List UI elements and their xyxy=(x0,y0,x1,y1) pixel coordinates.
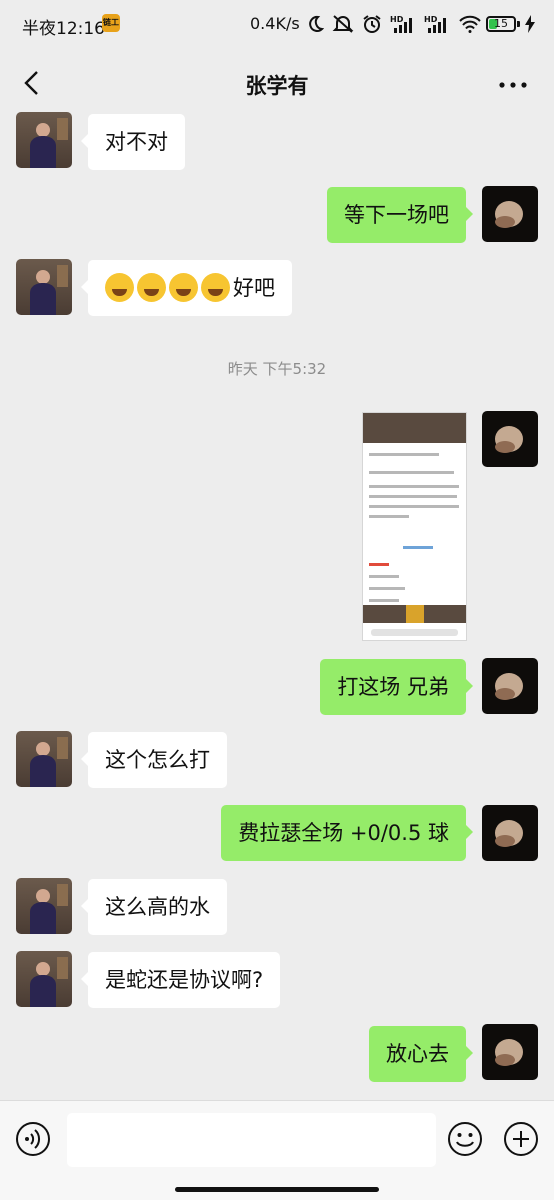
battery-tip xyxy=(517,21,520,27)
app-badge-icon: 链工 xyxy=(102,14,120,32)
svg-text:HD: HD xyxy=(424,15,438,24)
tears-of-joy-emoji-icon xyxy=(137,272,166,302)
wifi-icon xyxy=(459,15,481,33)
self-avatar[interactable] xyxy=(482,411,538,467)
timestamp: 昨天 下午5:32 xyxy=(227,360,327,378)
message-bubble[interactable]: 等下一场吧 xyxy=(327,187,473,243)
message-text: 好吧 xyxy=(233,276,275,300)
contact-avatar[interactable] xyxy=(16,112,72,168)
thumbnail-line xyxy=(403,546,433,549)
message-bubble[interactable]: 这么高的水 xyxy=(81,879,227,935)
thumbnail-line xyxy=(369,453,439,456)
input-bar xyxy=(0,1100,554,1200)
hd-signal-icon: HD xyxy=(424,15,446,33)
network-speed: 0.4K/s xyxy=(250,14,300,33)
thumbnail-line xyxy=(369,599,399,602)
thumbnail-line xyxy=(369,575,399,578)
contact-avatar[interactable] xyxy=(16,878,72,934)
battery-icon: 15 xyxy=(486,16,516,32)
thumbnail-line xyxy=(369,471,454,474)
status-time: 半夜12:16 xyxy=(22,19,105,39)
mute-icon xyxy=(332,15,354,33)
chat-title: 张学有 xyxy=(245,74,309,98)
home-indicator xyxy=(175,1187,379,1192)
tears-of-joy-emoji-icon xyxy=(105,272,134,302)
thumbnail-line xyxy=(369,505,459,508)
svg-text:HD: HD xyxy=(390,15,404,24)
self-avatar[interactable] xyxy=(482,186,538,242)
moon-icon xyxy=(309,15,324,32)
contact-avatar[interactable] xyxy=(16,259,72,315)
voice-icon[interactable] xyxy=(15,1121,51,1157)
thumbnail-tab-active xyxy=(406,605,424,623)
screenshot-thumbnail[interactable] xyxy=(362,412,467,641)
self-avatar[interactable] xyxy=(482,805,538,861)
thumbnail-header xyxy=(363,413,466,443)
charging-icon xyxy=(525,15,535,33)
thumbnail-line xyxy=(369,495,457,498)
tears-of-joy-emoji-icon xyxy=(169,272,198,302)
more-dots-icon[interactable] xyxy=(498,80,528,90)
message-bubble[interactable]: 放心去 xyxy=(369,1026,473,1082)
message-bubble[interactable]: 费拉瑟全场 +0/0.5 球 xyxy=(221,805,473,861)
thumbnail-line xyxy=(369,485,459,488)
self-avatar[interactable] xyxy=(482,658,538,714)
nav-bar: 张学有 xyxy=(0,50,554,116)
contact-avatar[interactable] xyxy=(16,951,72,1007)
status-bar: 半夜12:16 链工 0.4K/s HD HD 15 xyxy=(0,0,554,50)
hd-signal-icon: HD xyxy=(390,15,412,33)
battery-text: 15 xyxy=(494,17,508,30)
thumbnail-line xyxy=(369,587,405,590)
message-bubble[interactable]: 打这场 兄弟 xyxy=(320,659,473,715)
contact-avatar[interactable] xyxy=(16,731,72,787)
tears-of-joy-emoji-icon xyxy=(201,272,230,302)
alarm-icon xyxy=(363,15,381,33)
thumbnail-line xyxy=(369,563,389,566)
self-avatar[interactable] xyxy=(482,1024,538,1080)
thumbnail-url-bar xyxy=(371,629,458,636)
thumbnail-line xyxy=(369,515,409,518)
emoji-icon[interactable] xyxy=(447,1121,483,1157)
message-bubble[interactable]: 这个怎么打 xyxy=(81,732,227,788)
message-input[interactable] xyxy=(67,1113,436,1167)
message-bubble[interactable]: 是蛇还是协议啊? xyxy=(80,952,281,1008)
message-bubble[interactable]: 对不对 xyxy=(81,114,185,170)
message-bubble[interactable]: 好吧 xyxy=(81,260,292,316)
status-icons: HD HD xyxy=(306,12,482,36)
plus-icon[interactable] xyxy=(503,1121,539,1157)
